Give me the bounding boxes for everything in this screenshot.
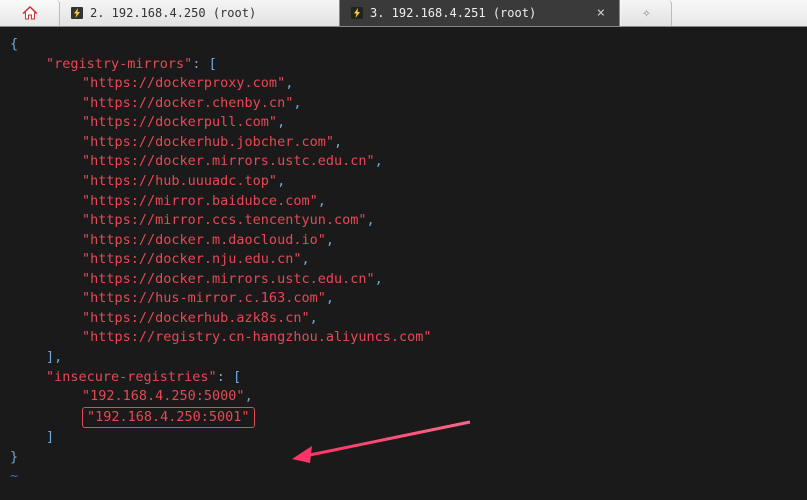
insecure-0: "192.168.4.250:5000" [82,388,245,404]
close-bracket-2: ] [46,429,54,445]
close-bracket-1: ], [46,349,62,365]
tab-label: 3. 192.168.4.251 (root) [370,6,536,20]
mirror-7: "https://mirror.ccs.tencentyun.com" [82,212,366,228]
mirror-5: "https://hub.uuuadc.top" [82,173,277,189]
tab-label: 2. 192.168.4.250 (root) [90,6,256,20]
lightning-icon [350,6,364,20]
close-icon[interactable]: × [593,5,609,21]
lightning-icon [70,6,84,20]
add-tab-button[interactable]: ✧ [622,0,672,26]
mirror-6: "https://mirror.baidubce.com" [82,193,318,209]
open-brace: { [10,36,18,52]
vim-tilde: ~ [10,468,18,484]
editor-area[interactable]: { "registry-mirrors": [ "https://dockerp… [0,27,807,500]
mirror-10: "https://docker.mirrors.ustc.edu.cn" [82,271,375,287]
home-tab[interactable] [0,0,60,26]
mirror-2: "https://dockerpull.com" [82,114,277,130]
mirror-13: "https://registry.cn-hangzhou.aliyuncs.c… [82,329,432,345]
mirror-12: "https://dockerhub.azk8s.cn" [82,310,310,326]
insecure-1: "192.168.4.250:5001" [87,409,250,425]
key-insecure-registries: "insecure-registries" [46,369,217,385]
mirror-0: "https://dockerproxy.com" [82,75,285,91]
key-registry-mirrors: "registry-mirrors" [46,56,192,72]
tab-active-251[interactable]: 3. 192.168.4.251 (root) × [340,0,620,26]
mirror-11: "https://hus-mirror.c.163.com" [82,290,326,306]
mirror-9: "https://docker.nju.edu.cn" [82,251,301,267]
highlighted-entry: "192.168.4.250:5001" [82,407,255,429]
close-brace: } [10,449,18,465]
tab-bar: 2. 192.168.4.250 (root) 3. 192.168.4.251… [0,0,807,27]
mirror-3: "https://dockerhub.jobcher.com" [82,134,334,150]
tab-inactive-250[interactable]: 2. 192.168.4.250 (root) [60,0,340,26]
home-icon [22,6,38,20]
mirror-1: "https://docker.chenby.cn" [82,95,293,111]
mirror-8: "https://docker.m.daocloud.io" [82,232,326,248]
mirror-4: "https://docker.mirrors.ustc.edu.cn" [82,153,375,169]
plus-icon: ✧ [642,5,650,21]
